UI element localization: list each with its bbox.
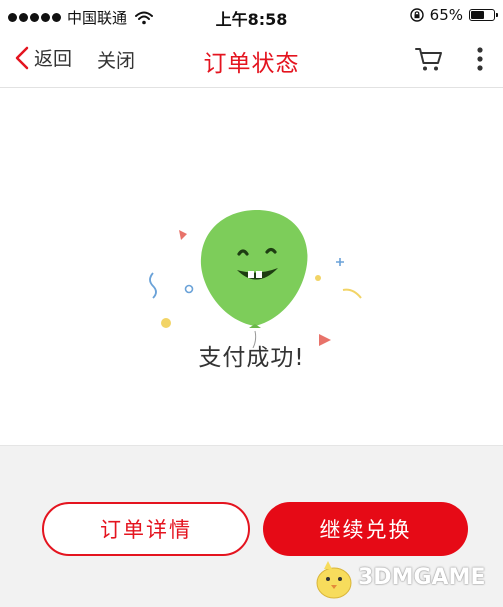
- success-message: 支付成功!: [198, 345, 305, 371]
- continue-exchange-button[interactable]: 继续兑换: [263, 502, 468, 556]
- battery-icon: [469, 9, 498, 21]
- more-vertical-icon[interactable]: [472, 44, 488, 76]
- order-detail-button[interactable]: 订单详情: [42, 502, 250, 556]
- chick-mascot-icon: [316, 561, 352, 599]
- watermark-text: 3DMGAME: [358, 565, 486, 590]
- nav-bar: 返回 关闭 订单状态: [0, 32, 503, 88]
- cart-icon[interactable]: [414, 44, 444, 74]
- main-content: 支付成功!: [0, 88, 503, 445]
- confetti-triangle: [179, 230, 187, 240]
- status-bar: 中国联通 上午8:58 65%: [0, 0, 503, 32]
- battery-fill: [471, 11, 485, 19]
- watermark: 3DMGAME: [310, 555, 500, 605]
- status-right: 65%: [409, 6, 498, 24]
- battery-percent: 65%: [429, 6, 463, 24]
- rotation-lock-icon: [409, 8, 424, 22]
- success-illustration: [149, 210, 362, 348]
